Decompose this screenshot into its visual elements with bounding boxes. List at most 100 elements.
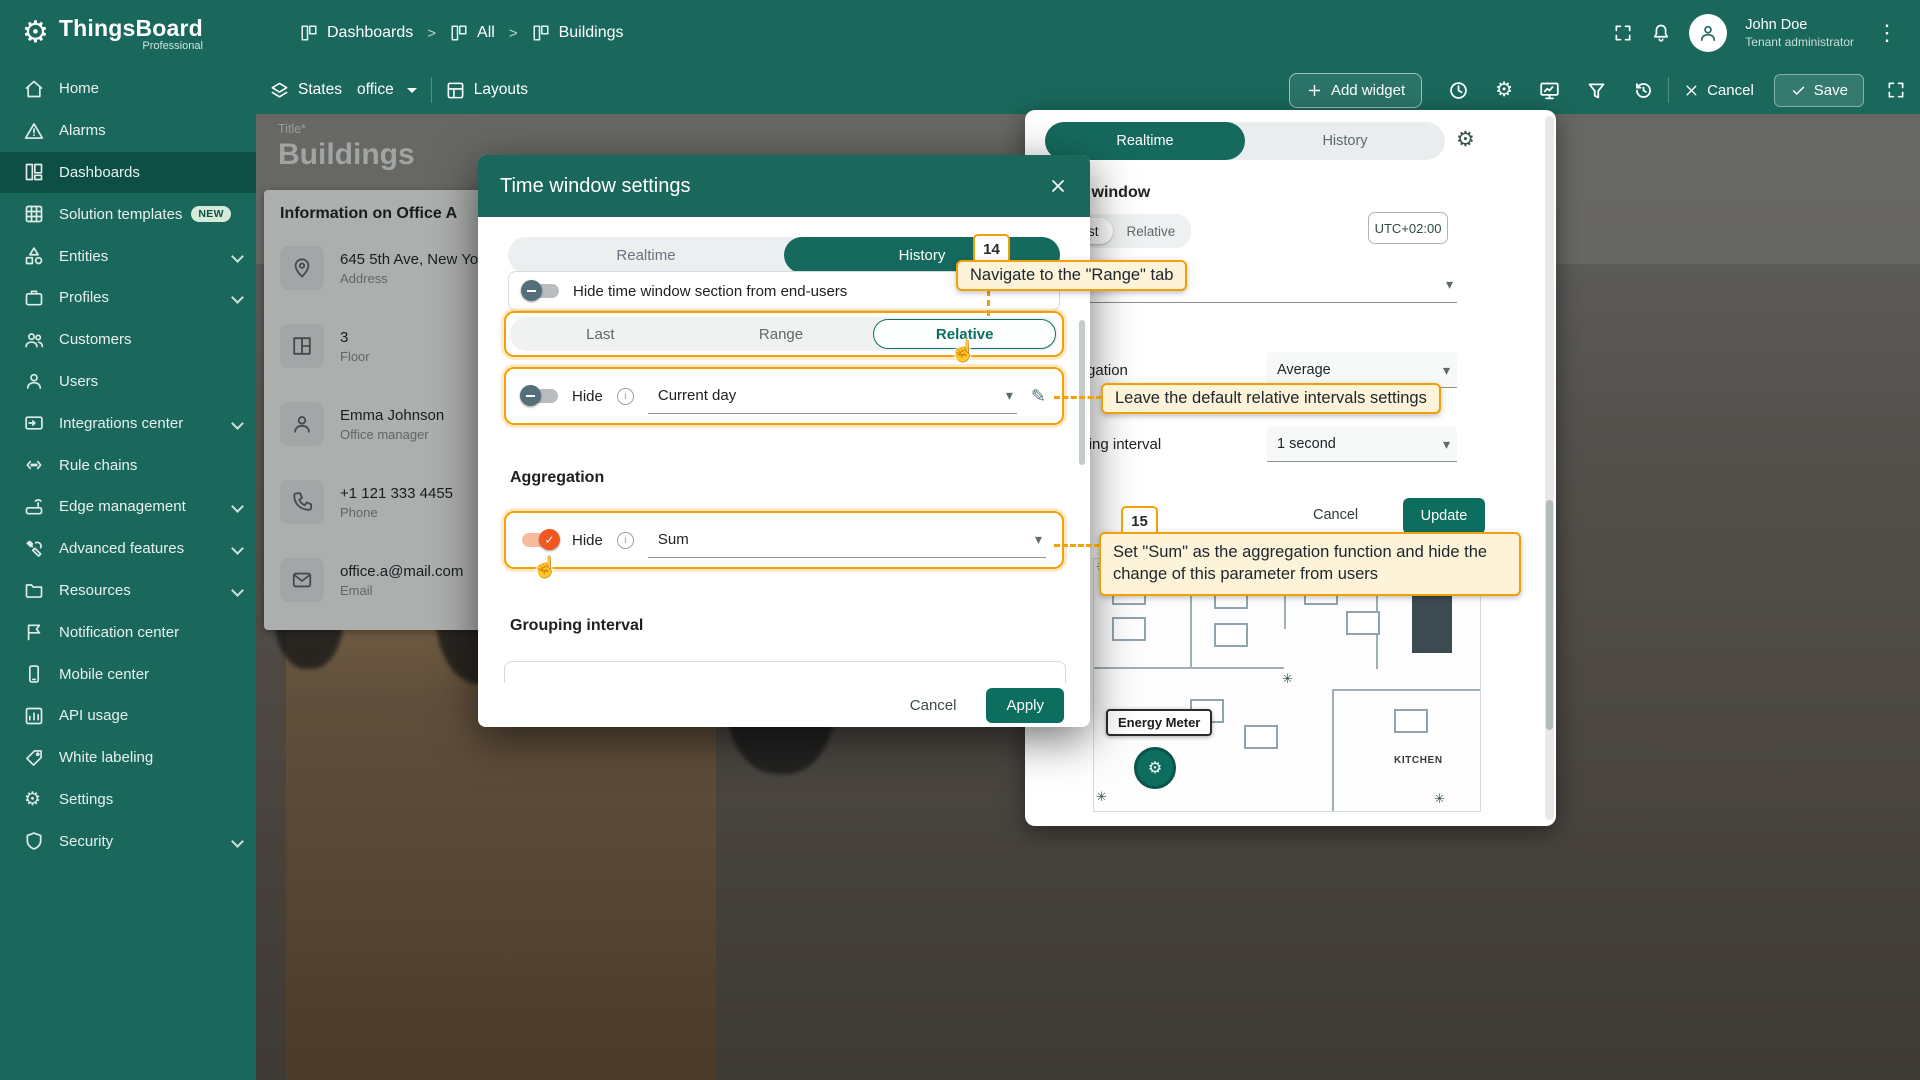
fullscreen-icon[interactable] xyxy=(1613,23,1633,43)
breadcrumb-all[interactable]: All xyxy=(450,24,495,42)
dashboards-icon xyxy=(24,162,44,182)
floorplan-wall xyxy=(1094,667,1284,669)
sidebar-item-rule-chains[interactable]: Rule chains xyxy=(0,444,256,486)
brand-subtitle: Professional xyxy=(142,40,203,52)
hide-label: Hide xyxy=(572,388,603,405)
dialog-cancel-button[interactable]: Cancel xyxy=(910,697,957,714)
add-widget-button[interactable]: Add widget xyxy=(1289,73,1422,108)
sidebar-item-api-usage[interactable]: API usage xyxy=(0,695,256,737)
dialog-apply-button[interactable]: Apply xyxy=(986,688,1064,723)
sidebar-item-entities[interactable]: Entities xyxy=(0,235,256,277)
states-selector[interactable]: States office xyxy=(270,81,417,100)
close-icon[interactable] xyxy=(1048,176,1068,196)
edge-icon xyxy=(24,497,44,517)
chevron-down-icon: ▾ xyxy=(1443,436,1450,453)
sidebar-item-notification-center[interactable]: Notification center xyxy=(0,611,256,653)
integrations-icon xyxy=(24,413,44,433)
panel-scrollbar xyxy=(1545,116,1554,820)
hide-relative-toggle[interactable] xyxy=(522,389,558,403)
user-info: John Doe Tenant administrator xyxy=(1745,16,1854,49)
toolbar-divider xyxy=(1668,77,1669,103)
cancel-button[interactable]: Cancel xyxy=(1683,82,1754,99)
interval-type-tabs-highlighted: Last Range Relative xyxy=(504,311,1064,357)
floorplan-plant: ✳ xyxy=(1434,791,1445,807)
brand-logo[interactable]: ⚙ ThingsBoard Professional xyxy=(0,15,256,52)
panel-update-button[interactable]: Update xyxy=(1403,498,1485,534)
panel-tab-history[interactable]: History xyxy=(1245,122,1445,160)
hide-aggregation-toggle[interactable] xyxy=(522,533,558,547)
panel-settings-gear-icon[interactable]: ⚙ xyxy=(1456,127,1475,152)
sidebar-item-customers[interactable]: Customers xyxy=(0,319,256,361)
dialog-footer: Cancel Apply xyxy=(478,683,1090,727)
breadcrumb-dashboards[interactable]: Dashboards xyxy=(300,24,413,42)
annotation-connector xyxy=(1054,544,1100,547)
dialog-title: Time window settings xyxy=(500,175,690,198)
aggregation-function-select[interactable]: Sum ▾ xyxy=(648,523,1046,558)
grid-icon xyxy=(24,204,44,224)
plus-icon xyxy=(1306,82,1323,99)
callout-step-14: Navigate to the "Range" tab xyxy=(956,260,1187,291)
kebab-menu-icon[interactable]: ⋮ xyxy=(1872,20,1902,46)
sidebar-item-settings[interactable]: ⚙ Settings xyxy=(0,779,256,821)
sidebar-item-security[interactable]: Security xyxy=(0,820,256,862)
layouts-button[interactable]: Layouts xyxy=(446,81,528,100)
toggle-knob xyxy=(520,385,541,406)
chevron-down-icon: ▾ xyxy=(1035,531,1042,548)
panel-scrollbar-thumb[interactable] xyxy=(1546,500,1553,730)
sidebar-item-advanced-features[interactable]: Advanced features xyxy=(0,528,256,570)
aggregation-section-title: Aggregation xyxy=(510,469,604,487)
relative-interval-select[interactable]: Current day ▾ xyxy=(648,379,1017,414)
sidebar-item-profiles[interactable]: Profiles xyxy=(0,277,256,319)
filter-icon[interactable] xyxy=(1586,80,1607,101)
energy-meter-label[interactable]: Energy Meter xyxy=(1106,709,1212,736)
sidebar-item-users[interactable]: Users xyxy=(0,361,256,403)
sidebar-item-dashboards[interactable]: Dashboards xyxy=(0,152,256,194)
info-icon xyxy=(617,532,634,549)
breadcrumb-buildings[interactable]: Buildings xyxy=(532,24,624,42)
tab-last[interactable]: Last xyxy=(510,317,691,351)
display-settings-icon[interactable] xyxy=(1539,80,1560,101)
home-icon xyxy=(24,79,44,99)
tab-range[interactable]: Range xyxy=(691,317,872,351)
dialog-tab-realtime[interactable]: Realtime xyxy=(508,237,784,273)
person-icon xyxy=(24,371,44,391)
gear-icon: ⚙ xyxy=(24,790,44,809)
fullscreen-icon[interactable] xyxy=(1886,80,1906,100)
sidebar-item-mobile-center[interactable]: Mobile center xyxy=(0,653,256,695)
timezone-button[interactable]: UTC+02:00 xyxy=(1368,212,1448,244)
sidebar-item-home[interactable]: Home xyxy=(0,68,256,110)
sidebar-item-solution-templates[interactable]: Solution templates NEW xyxy=(0,193,256,235)
sidebar-item-edge-management[interactable]: Edge management xyxy=(0,486,256,528)
floorplan-desk xyxy=(1244,725,1278,749)
edit-pencil-icon[interactable]: ✎ xyxy=(1031,386,1046,407)
hide-section-label: Hide time window section from end-users xyxy=(573,283,847,300)
breadcrumb: Dashboards > All > Buildings xyxy=(300,24,624,42)
chart-icon xyxy=(24,706,44,726)
settings-icon[interactable]: ⚙ xyxy=(1495,80,1513,100)
sidebar-item-resources[interactable]: Resources xyxy=(0,570,256,612)
save-button[interactable]: Save xyxy=(1774,74,1864,107)
avatar[interactable] xyxy=(1689,14,1727,52)
cursor-pointer: ☝ xyxy=(950,340,976,364)
panel-tab-relative[interactable]: Relative xyxy=(1113,218,1190,244)
relative-interval-row-highlighted: Hide Current day ▾ ✎ xyxy=(504,367,1064,425)
toggle-knob xyxy=(539,529,560,550)
grouping-interval-section-title: Grouping interval xyxy=(510,617,643,635)
sidebar-item-integrations-center[interactable]: Integrations center xyxy=(0,402,256,444)
callout-relative-note: Leave the default relative intervals set… xyxy=(1101,383,1441,414)
sidebar-item-white-labeling[interactable]: White labeling xyxy=(0,737,256,779)
sidebar-item-alarms[interactable]: Alarms xyxy=(0,110,256,152)
check-icon xyxy=(1790,82,1807,99)
panel-cancel-button[interactable]: Cancel xyxy=(1313,507,1358,523)
chevron-down-icon xyxy=(231,292,244,305)
version-history-icon[interactable] xyxy=(1633,80,1654,101)
chevron-down-icon: ▾ xyxy=(1006,387,1013,404)
dialog-scrollbar-thumb[interactable] xyxy=(1079,320,1085,465)
device-marker-icon[interactable]: ⚙ xyxy=(1134,747,1176,789)
grouping-interval-select[interactable]: 1 second ▾ xyxy=(1267,426,1457,462)
notifications-bell-icon[interactable] xyxy=(1651,23,1671,43)
time-window-icon[interactable] xyxy=(1448,80,1469,101)
toggle-knob xyxy=(521,280,542,301)
hide-section-toggle[interactable] xyxy=(523,284,559,298)
top-header: ⚙ ThingsBoard Professional Dashboards > … xyxy=(0,0,1920,66)
